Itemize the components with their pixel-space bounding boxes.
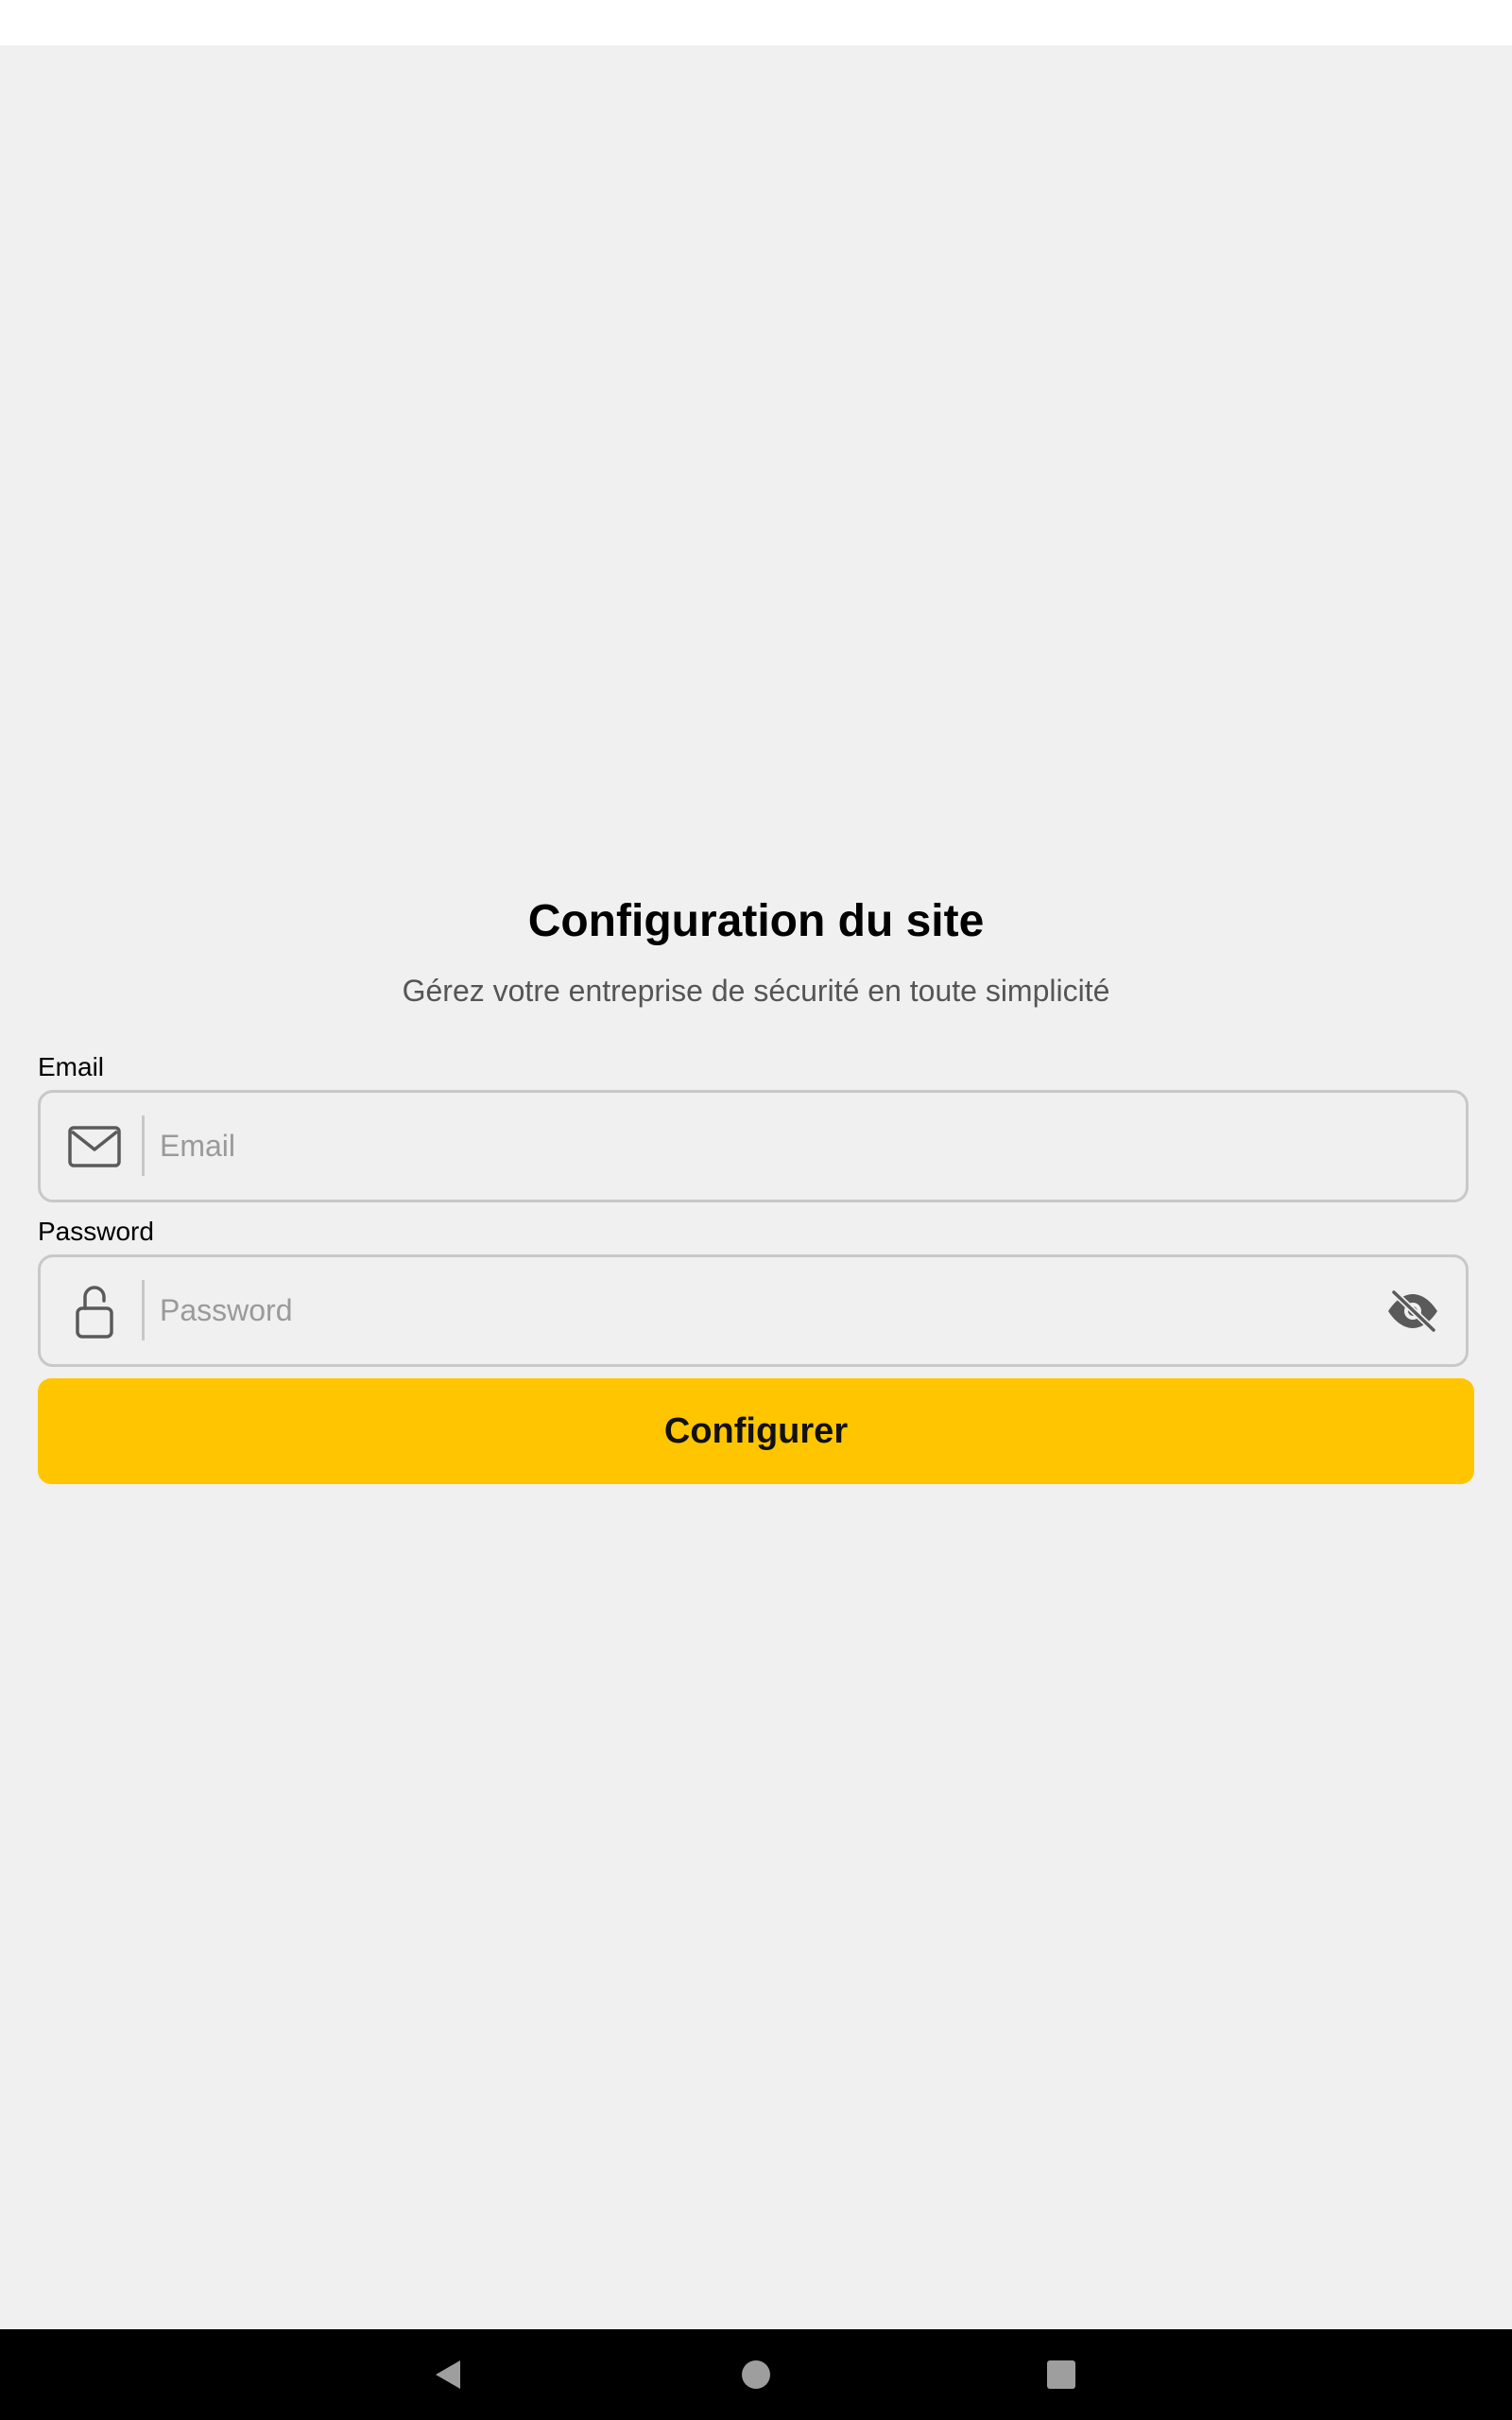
page-subtitle: Gérez votre entreprise de sécurité en to…	[402, 974, 1110, 1008]
configure-button[interactable]: Configurer	[38, 1378, 1474, 1484]
mail-icon	[67, 1119, 122, 1174]
email-field-divider	[142, 1115, 145, 1176]
recents-icon[interactable]	[1016, 2329, 1107, 2420]
password-field-divider	[142, 1280, 145, 1340]
password-field[interactable]	[38, 1254, 1469, 1367]
eye-off-icon[interactable]	[1383, 1281, 1443, 1341]
password-input[interactable]	[160, 1257, 1294, 1364]
back-icon[interactable]	[403, 2329, 493, 2420]
page-title: Configuration du site	[527, 896, 985, 946]
status-bar	[0, 0, 1512, 45]
home-icon[interactable]	[711, 2329, 801, 2420]
email-label: Email	[38, 1052, 105, 1081]
unlock-icon	[67, 1284, 122, 1339]
email-field[interactable]	[38, 1090, 1469, 1202]
system-navigation-bar	[0, 2329, 1512, 2420]
email-input[interactable]	[160, 1093, 1294, 1200]
password-label: Password	[38, 1217, 154, 1246]
